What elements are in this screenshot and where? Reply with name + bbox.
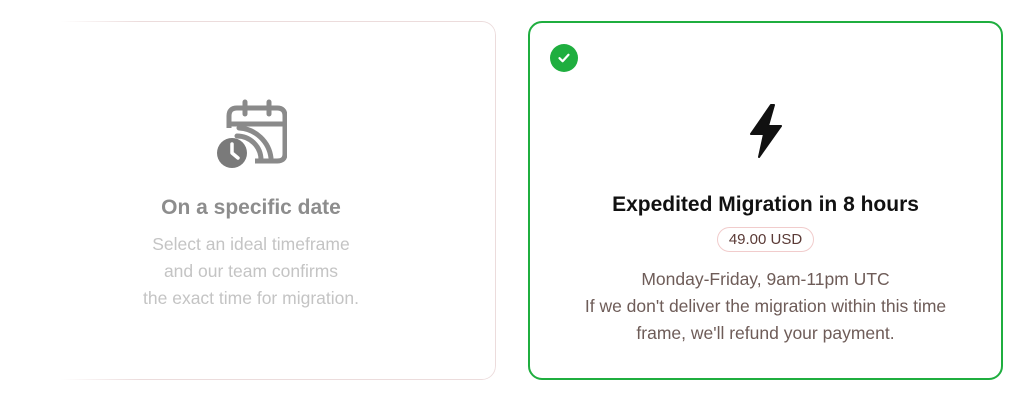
option-content-specific-date: On a specific date Select an ideal timef…	[123, 22, 379, 312]
price-badge: 49.00 USD	[716, 227, 815, 252]
description-line: Select an ideal timeframe	[152, 234, 350, 254]
option-card-specific-date[interactable]: On a specific date Select an ideal timef…	[0, 21, 496, 380]
selected-check-badge	[550, 44, 578, 72]
option-description: Monday-Friday, 9am-11pm UTC If we don't …	[585, 266, 946, 347]
lightning-bolt-icon	[749, 104, 782, 158]
description-line: If we don't deliver the migration within…	[584, 296, 947, 316]
description-line: and our team confirms	[163, 261, 339, 281]
description-line: the exact time for migration.	[143, 288, 359, 308]
option-title: On a specific date	[161, 196, 341, 219]
option-card-expedited[interactable]: Expedited Migration in 8 hours 49.00 USD…	[528, 21, 1003, 380]
checkmark-icon	[558, 53, 570, 63]
calendar-clock-icon	[217, 99, 287, 168]
migration-options: On a specific date Select an ideal timef…	[0, 0, 1024, 402]
option-description: Select an ideal timeframe and our team c…	[143, 231, 359, 312]
description-line: Monday-Friday, 9am-11pm UTC	[641, 269, 890, 289]
option-title: Expedited Migration in 8 hours	[612, 193, 919, 216]
description-line: frame, we'll refund your payment.	[636, 323, 895, 343]
